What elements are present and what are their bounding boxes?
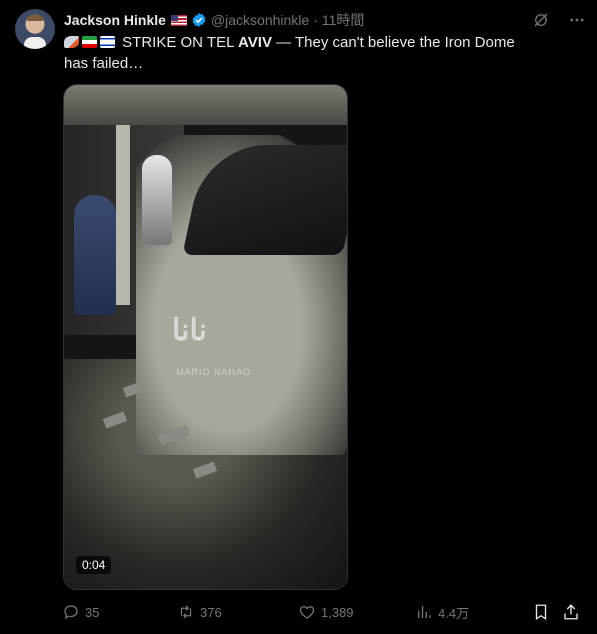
repost-count: 376 xyxy=(200,604,222,620)
bookmark-icon xyxy=(532,603,550,621)
scene-person xyxy=(74,195,116,315)
israel-flag-icon xyxy=(100,36,115,48)
timestamp[interactable]: 11時間 xyxy=(322,10,365,30)
reply-count: 35 xyxy=(85,604,100,620)
tweet-text-main: STRIKE ON TEL xyxy=(122,34,234,51)
avatar[interactable] xyxy=(15,9,55,49)
avatar-shirt xyxy=(24,37,46,49)
views-count: 4.4万 xyxy=(438,605,470,621)
tweet-text-bold: AVIV xyxy=(238,34,272,51)
repost-icon xyxy=(177,603,195,621)
author-name[interactable]: Jackson Hinkle xyxy=(64,12,166,28)
avatar-hair xyxy=(27,15,43,21)
action-bar: 35 376 1,389 4.4万 xyxy=(62,601,582,623)
share-button[interactable] xyxy=(562,601,585,623)
verified-badge-icon[interactable] xyxy=(191,12,207,28)
scene-pillar xyxy=(116,125,130,305)
video-player[interactable]: نانا MARIO NAHAO 0:04 xyxy=(63,84,348,590)
like-button[interactable]: 1,389 xyxy=(298,601,354,623)
reply-button[interactable]: 35 xyxy=(62,601,99,623)
like-count: 1,389 xyxy=(321,604,354,620)
video-watermark: نانا xyxy=(172,314,207,347)
tweet-text: STRIKE ON TEL AVIV — They can't believe … xyxy=(64,32,534,74)
reply-icon xyxy=(62,603,80,621)
separator-dot: · xyxy=(313,12,318,28)
us-flag-icon xyxy=(170,14,187,26)
bookmark-button[interactable] xyxy=(532,601,555,623)
rocket-emoji-icon xyxy=(64,36,79,48)
grok-icon[interactable] xyxy=(531,10,551,30)
video-thumbnail: نانا MARIO NAHAO xyxy=(64,85,347,589)
repost-button[interactable]: 376 xyxy=(177,601,222,623)
scene-ceiling xyxy=(64,85,347,125)
more-options-icon[interactable] xyxy=(567,10,587,30)
share-icon xyxy=(562,603,580,621)
scene-person xyxy=(142,155,172,245)
video-duration: 0:04 xyxy=(76,556,112,574)
author-handle[interactable]: @jacksonhinkle xyxy=(211,12,309,28)
heart-icon xyxy=(298,603,316,621)
views-button[interactable]: 4.4万 xyxy=(415,601,469,623)
video-watermark-caption: MARIO NAHAO xyxy=(176,367,252,377)
views-bar-chart-icon xyxy=(415,603,433,621)
tweet-header: Jackson Hinkle @jacksonhinkle · 11時間 xyxy=(64,10,587,30)
iran-flag-icon xyxy=(82,36,97,48)
header-actions xyxy=(531,10,587,30)
